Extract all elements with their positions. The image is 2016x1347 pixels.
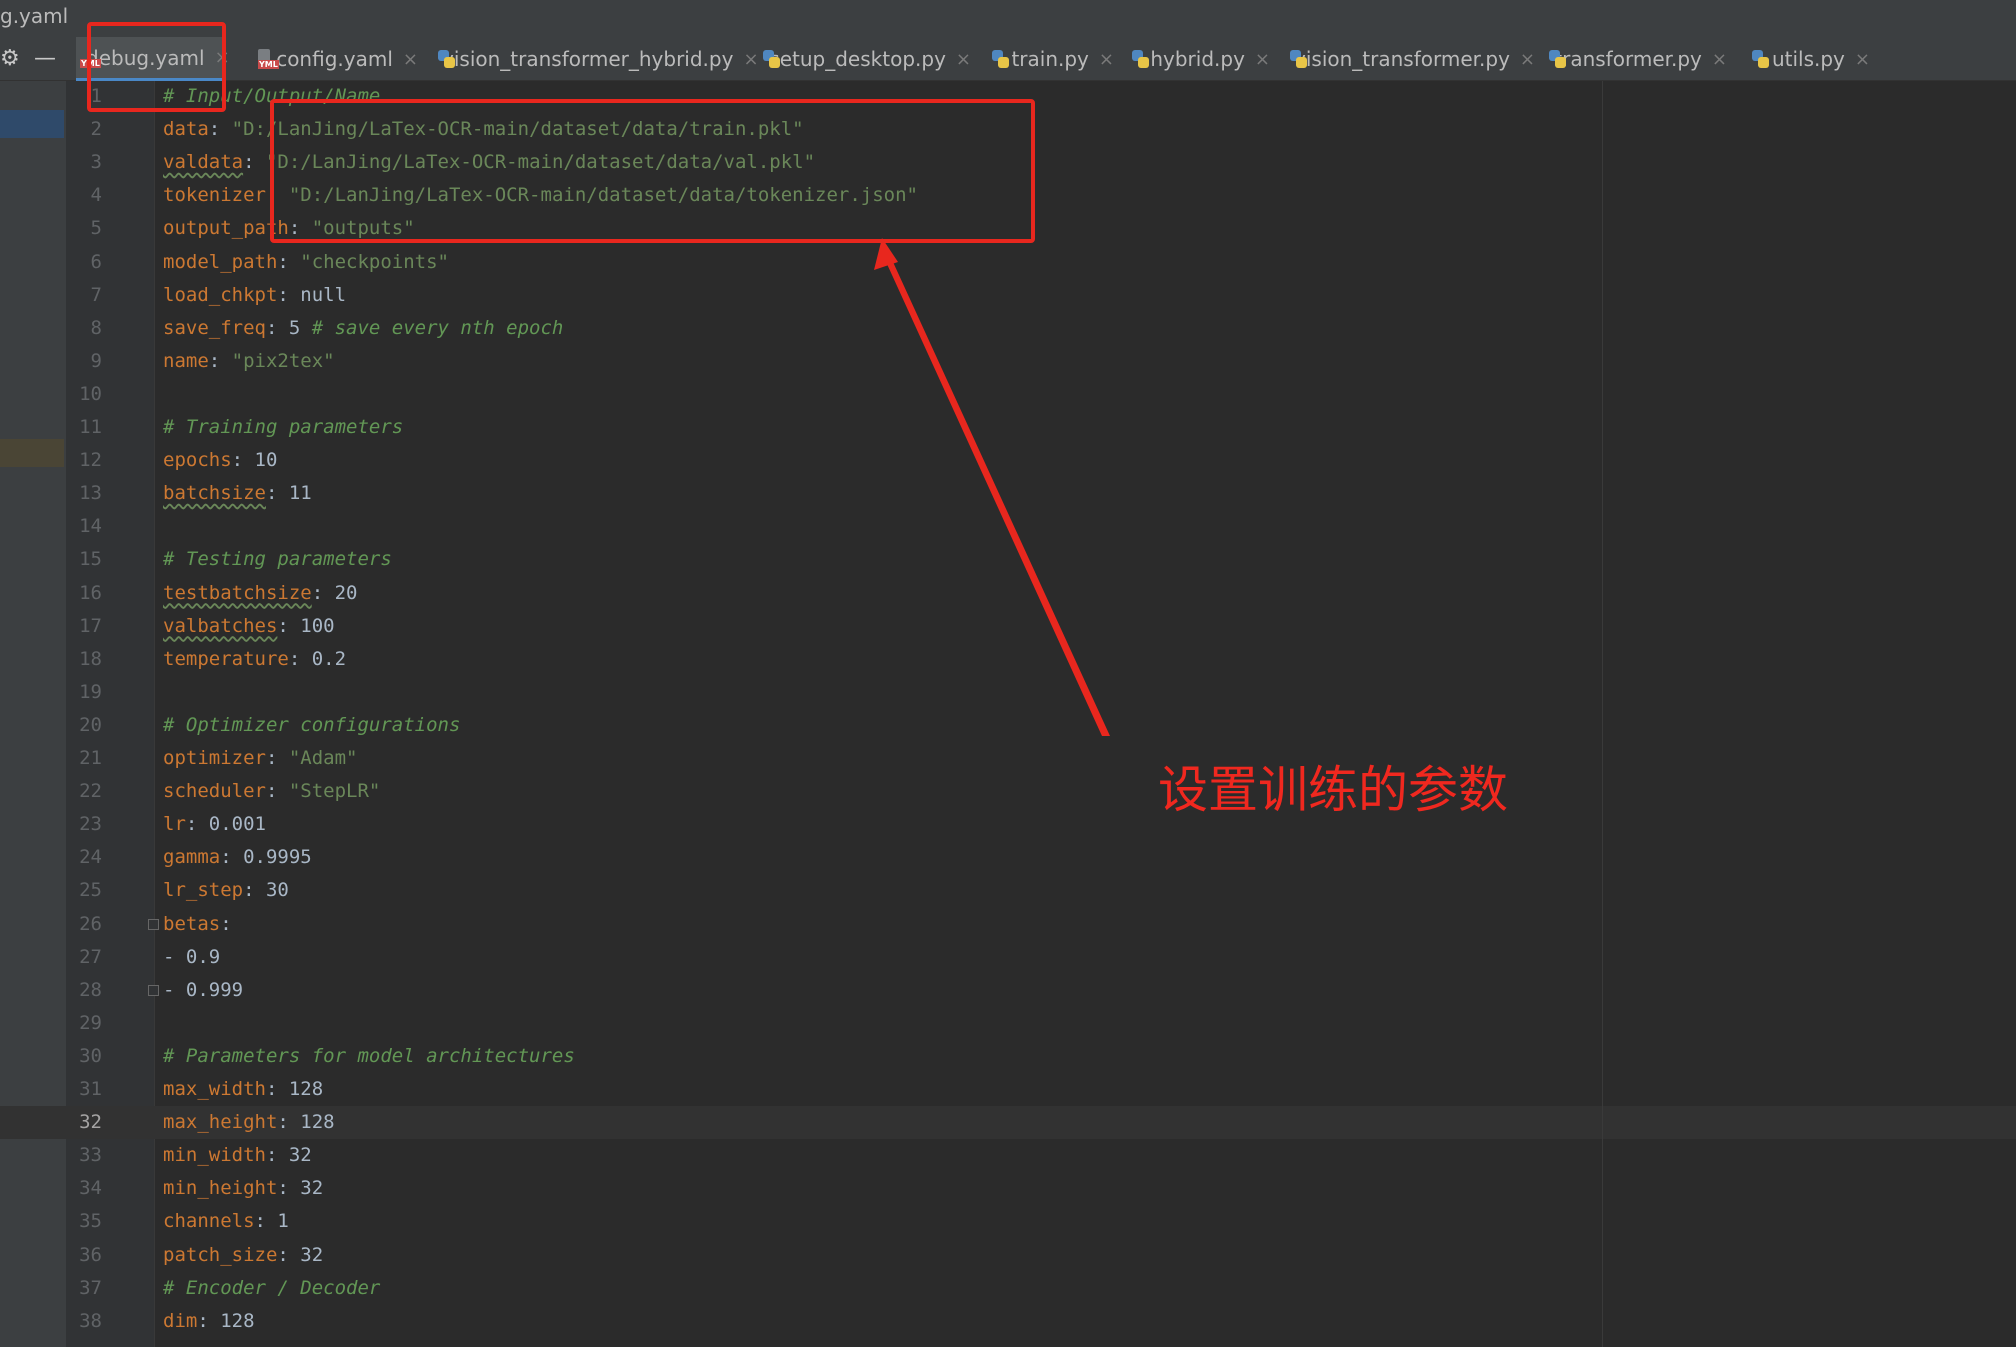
annotation-text: 设置训练的参数 bbox=[1158, 761, 1508, 819]
annotation-arrow bbox=[874, 238, 1110, 736]
